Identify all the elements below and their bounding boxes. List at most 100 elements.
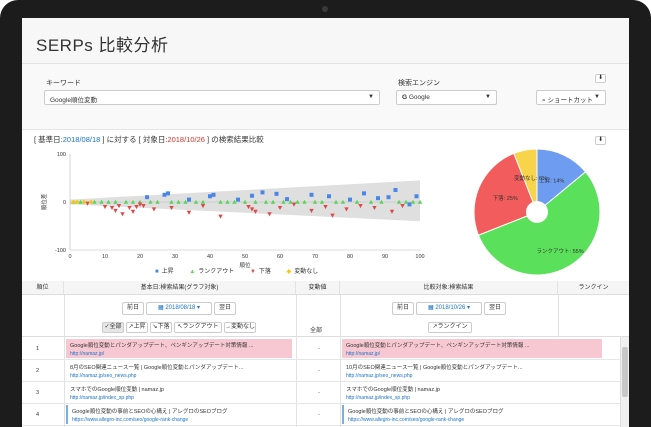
- compare-date-picker[interactable]: ▦ 2018/10/26 ▾: [416, 302, 482, 315]
- legend-label: 下落: [258, 269, 271, 275]
- legend-item-nochange: ◆ 変動なし: [287, 269, 319, 275]
- result-title[interactable]: Google順位変動の事前とSEOの心構え | アレグロのSEOブログ: [348, 407, 598, 415]
- x-tick-label: 90: [382, 254, 388, 260]
- legend-item-down: ▼ 下落: [250, 269, 271, 275]
- point-up: [327, 194, 331, 199]
- col-change-header: 変動値: [296, 281, 340, 295]
- col-compare-header: 比較対象:検索結果: [340, 281, 558, 295]
- base-date: 2018/08/18: [62, 135, 101, 144]
- base-result[interactable]: Google順位変動の事前とSEOの心構え | アレグロのSEOブログ http…: [66, 405, 292, 424]
- result-title[interactable]: スマホでのGoogle順位変動 | namaz.jp: [70, 385, 288, 393]
- collapse-chart-button[interactable]: ⬇: [595, 136, 606, 145]
- result-title[interactable]: スマホでのGoogle順位変動 | namaz.jp: [346, 385, 598, 393]
- scrollbar-thumb[interactable]: [622, 347, 628, 397]
- compare-result[interactable]: 10月のSEO関連ニュース一覧 | Google順位変動とパンダアップデート..…: [342, 361, 602, 380]
- filter-up-button[interactable]: ↗上昇: [126, 322, 148, 333]
- google-icon: G: [402, 94, 408, 101]
- table-row[interactable]: 3 スマホでのGoogle順位変動 | namaz.jp http://nama…: [22, 382, 620, 404]
- base-date-picker[interactable]: ▦ 2018/08/18 ▾: [146, 302, 212, 315]
- rank-cell: 1: [36, 346, 40, 352]
- filter-down-button[interactable]: ↘下落: [150, 322, 172, 333]
- x-tick-label: 30: [172, 254, 178, 260]
- base-result[interactable]: スマホでのGoogle順位変動 | namaz.jp http://namaz.…: [66, 383, 292, 402]
- keyword-value: Google順位変動: [50, 97, 97, 104]
- pie-center-hole: [526, 201, 548, 223]
- point-down: [130, 209, 136, 214]
- chevron-down-icon: ▼: [594, 94, 600, 100]
- point-up: [414, 194, 419, 199]
- result-title[interactable]: Google順位変動とパンダアップデート、ペンギンアップデート対策情報 ...: [346, 341, 598, 349]
- filter-all-button[interactable]: ✓全部: [102, 322, 124, 333]
- pie-chart: 上昇: 14%ランクアウト: 55%下落: 25%変動なし: 6%: [473, 148, 601, 276]
- result-url[interactable]: http://namaz.jp/: [70, 351, 288, 357]
- result-url[interactable]: http://namaz.jp/: [346, 351, 598, 357]
- base-result[interactable]: 8月のSEO関連ニュース一覧 | Google順位変動とパンダアップデート...…: [66, 361, 292, 380]
- compare-result[interactable]: スマホでのGoogle順位変動 | namaz.jp http://namaz.…: [342, 383, 602, 402]
- base-next-button[interactable]: 翌日: [214, 302, 236, 315]
- point-up: [285, 197, 289, 202]
- compare-result[interactable]: Google順位変動の事前とSEOの心構え | アレグロのSEOブログ http…: [342, 405, 602, 424]
- point-up: [166, 191, 170, 196]
- collapse-filter-button[interactable]: ⬇: [595, 74, 606, 83]
- shortcut-select[interactable]: ⌕ ショートカット ▼: [536, 90, 606, 105]
- legend-item-up: ■ 上昇: [155, 269, 174, 275]
- compare-date-value: 2018/10/26: [435, 305, 466, 311]
- point-down: [102, 205, 108, 210]
- change-cell: -: [318, 368, 320, 374]
- table-row[interactable]: 1 Google順位変動とパンダアップデート、ペンギンアップデート対策情報 ..…: [22, 338, 620, 360]
- result-url[interactable]: https://www.allegro-inc.com/seo/google-r…: [72, 417, 288, 423]
- calendar-icon: ▦: [157, 305, 164, 311]
- filter-label: 全部: [109, 324, 122, 330]
- x-tick-label: 70: [312, 254, 318, 260]
- y-tick-label: -100: [55, 248, 66, 254]
- rank-cell: 3: [36, 390, 40, 396]
- table-row[interactable]: 4 Google順位変動の事前とSEOの心構え | アレグロのSEOブログ ht…: [22, 404, 620, 426]
- base-prev-button[interactable]: 前日: [122, 302, 144, 315]
- base-result[interactable]: Google順位変動とパンダアップデート、ペンギンアップデート対策情報 ... …: [66, 339, 292, 358]
- filter-rankin-button[interactable]: ↗ランクイン: [428, 322, 472, 333]
- point-down: [267, 212, 272, 217]
- table-scrollbar[interactable]: [620, 337, 629, 427]
- engine-select[interactable]: G Google ▼: [396, 90, 497, 105]
- point-down: [151, 207, 157, 212]
- keyword-select[interactable]: Google順位変動 ▼: [44, 90, 380, 105]
- compare-prev-button[interactable]: 前日: [392, 302, 414, 315]
- point-up: [250, 193, 254, 198]
- keyword-label: キーワード: [46, 80, 81, 87]
- point-up: [187, 197, 191, 202]
- result-title[interactable]: 10月のSEO関連ニュース一覧 | Google順位変動とパンダアップデート..…: [346, 363, 598, 371]
- filter-rankout-button[interactable]: ↖ランクアウト: [174, 322, 222, 333]
- square-icon: ■: [155, 269, 159, 275]
- x-tick-label: 0: [68, 254, 71, 260]
- result-url[interactable]: http://namaz.jp/seo_news.php: [70, 373, 288, 379]
- point-up: [393, 188, 398, 192]
- point-up: [208, 194, 212, 199]
- filter-label: ランクイン: [437, 324, 468, 330]
- point-up: [211, 192, 216, 197]
- col-divider: [558, 295, 559, 337]
- result-url[interactable]: http://namaz.jp/index_sp.php: [346, 395, 598, 401]
- app-screen: SERPs 比較分析 キーワード Google順位変動 ▼ 検索エンジン G G…: [22, 18, 629, 427]
- result-title[interactable]: 8月のSEO関連ニュース一覧 | Google順位変動とパンダアップデート...: [70, 363, 288, 371]
- filter-label: 上昇: [133, 324, 146, 330]
- result-title[interactable]: Google順位変動とパンダアップデート、ペンギンアップデート対策情報 ...: [70, 341, 288, 349]
- chevron-down-icon: ▼: [368, 94, 374, 100]
- point-down: [120, 212, 125, 217]
- compare-next-button[interactable]: 翌日: [484, 302, 506, 315]
- download-icon: ⬇: [597, 75, 604, 81]
- table-row[interactable]: 2 8月のSEO関連ニュース一覧 | Google順位変動とパンダアップデート.…: [22, 360, 620, 382]
- result-url[interactable]: http://namaz.jp/index_sp.php: [70, 395, 288, 401]
- filter-nochange-button[interactable]: →変動なし: [224, 322, 256, 333]
- compare-result[interactable]: Google順位変動とパンダアップデート、ペンギンアップデート対策情報 ... …: [342, 339, 602, 358]
- point-up: [162, 192, 167, 197]
- result-url[interactable]: https://www.allegro-inc.com/seo/google-r…: [348, 417, 598, 423]
- calendar-icon: ▦: [427, 305, 434, 311]
- point-up: [376, 196, 380, 201]
- change-cell: -: [318, 346, 320, 352]
- result-url[interactable]: http://namaz.jp/seo_news.php: [346, 373, 598, 379]
- point-up: [260, 190, 265, 195]
- change-filter-label: 全部: [310, 328, 323, 334]
- x-tick-label: 100: [415, 254, 424, 260]
- result-title[interactable]: Google順位変動の事前とSEOの心構え | アレグロのSEOブログ: [72, 407, 288, 415]
- point-up: [236, 197, 240, 202]
